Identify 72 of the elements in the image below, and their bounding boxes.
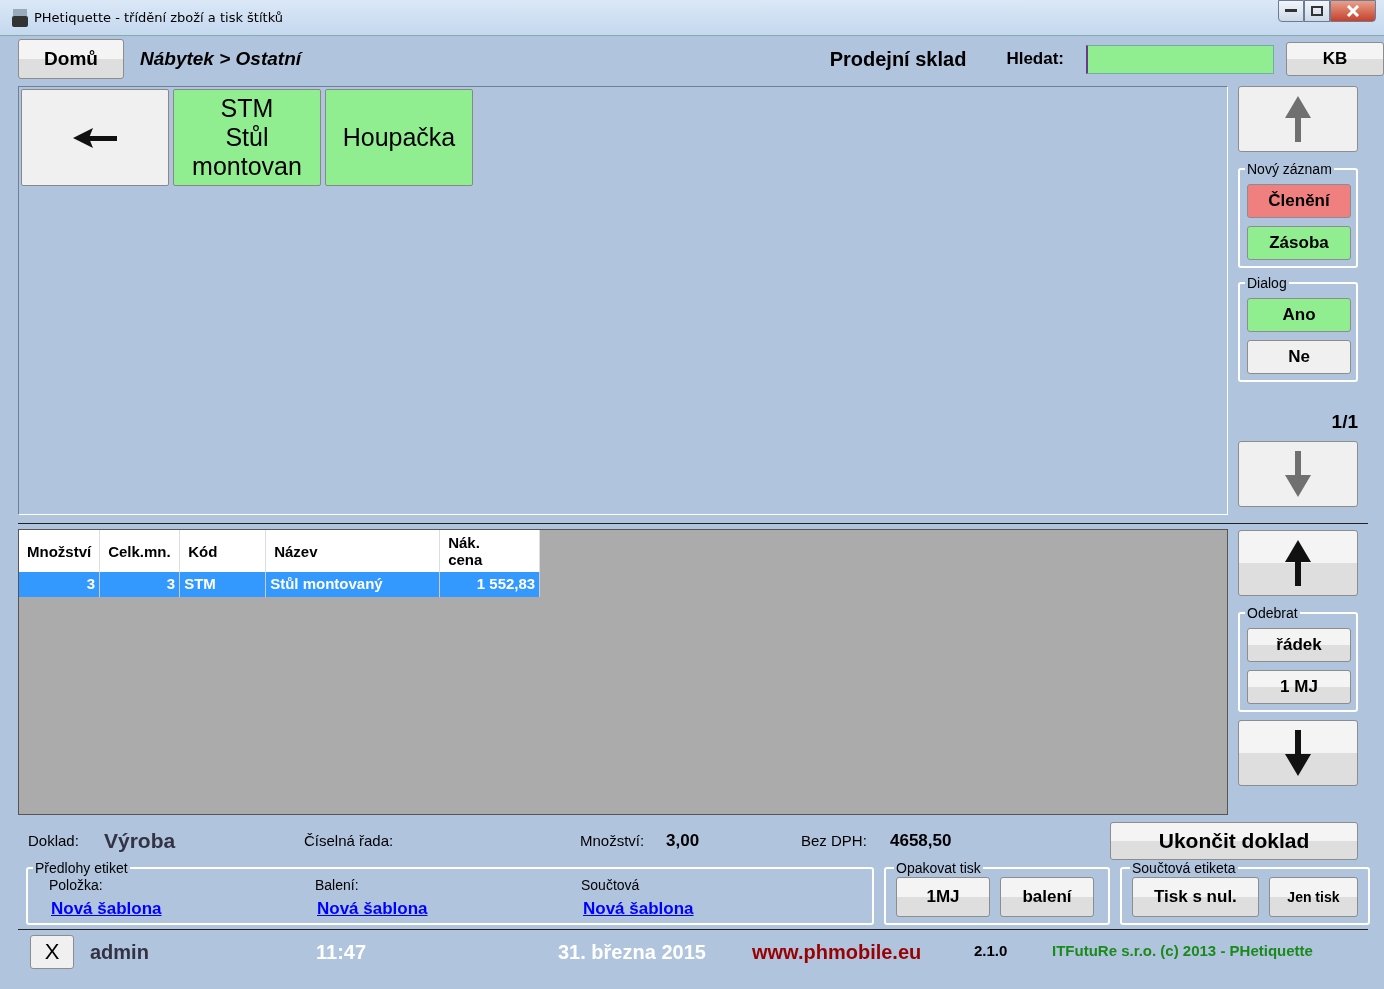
group-button[interactable]: Zásoba (1247, 226, 1351, 260)
template-label: Součtová (581, 876, 641, 895)
finish-button[interactable]: Ukončit doklad (1110, 822, 1358, 860)
group-button[interactable]: 1 MJ (1247, 670, 1351, 704)
quantity-value: 3,00 (666, 830, 701, 853)
quantity-label: Množství: (580, 830, 646, 851)
print-button[interactable]: Tisk s nul. (1132, 877, 1259, 917)
up-arrow-icon (1285, 540, 1311, 586)
store-name: Prodejní sklad (829, 47, 967, 72)
document-type: Výroba (104, 828, 177, 855)
document-label: Doklad: (28, 830, 80, 851)
group-title: Opakovat tisk (895, 861, 982, 875)
maximize-icon (1311, 6, 1323, 16)
group-button[interactable]: řádek (1247, 628, 1351, 662)
left-arrow-icon (73, 127, 117, 148)
back-tile[interactable] (21, 89, 169, 186)
column-header[interactable]: Kód (179, 530, 266, 572)
template-link[interactable]: Nová šablona (51, 896, 315, 922)
group-title: Odebrat (1246, 606, 1299, 620)
scroll-up-button[interactable] (1238, 530, 1358, 596)
net-label: Bez DPH: (801, 830, 868, 851)
search-field[interactable] (1086, 44, 1274, 74)
template-label: Položka: (49, 876, 104, 895)
table-cell: 1 552,83 (439, 572, 540, 597)
down-arrow-icon (1285, 450, 1311, 497)
version: 2.1.0 (974, 941, 1009, 962)
group-title: Součtová etiketa (1131, 861, 1237, 875)
clock: 11:47 (316, 939, 368, 965)
group-title: Předlohy etiket (34, 861, 129, 875)
exit-button[interactable]: X (30, 934, 74, 969)
minimize-icon (1285, 9, 1297, 13)
column-header[interactable]: Nák. cena (439, 530, 540, 572)
table-cell: 3 (99, 572, 180, 597)
close-icon (1346, 5, 1360, 17)
column-header[interactable]: Celk.mn. (99, 530, 180, 572)
copyright: ITFutuRe s.r.o. (c) 2013 - PHetiquette (1052, 941, 1313, 962)
window-title: PHetiquette - třídění zboží a tisk štítků (34, 8, 284, 27)
up-arrow-icon (1285, 96, 1311, 142)
home-button[interactable]: Domů (18, 39, 124, 79)
series-label: Číselná řada: (304, 830, 395, 851)
table-cell: 3 (19, 572, 100, 597)
website: www.phmobile.eu (752, 939, 923, 965)
down-arrow-icon (1285, 730, 1311, 776)
table-cell: Stůl montovaný (265, 572, 440, 597)
breadcrumb: Nábytek > Ostatní (140, 46, 302, 71)
maximize-button[interactable] (1304, 0, 1330, 22)
template-link[interactable]: Nová šablona (317, 896, 581, 922)
close-button[interactable] (1330, 0, 1376, 22)
template-link[interactable]: Nová šablona (583, 896, 847, 922)
group-title: Nový záznam (1246, 162, 1333, 176)
template-label: Balení: (315, 876, 360, 895)
keyboard-button[interactable]: KB (1286, 42, 1384, 76)
print-button[interactable]: balení (1000, 877, 1094, 917)
net-value: 4658,50 (890, 830, 952, 853)
group-button[interactable]: Ano (1247, 298, 1351, 332)
user-name: admin (90, 939, 150, 965)
category-tile[interactable]: STM Stůl montovan (173, 89, 321, 186)
column-header[interactable]: Množství (19, 530, 100, 572)
app-icon (12, 8, 28, 27)
search-label: Hledat: (1006, 48, 1064, 71)
print-button[interactable]: 1MJ (896, 877, 990, 917)
date: 31. března 2015 (558, 939, 707, 965)
category-tile[interactable]: Houpačka (325, 89, 473, 186)
table-cell: STM (179, 572, 266, 597)
group-button[interactable]: Členění (1247, 184, 1351, 218)
scroll-down-button[interactable] (1238, 720, 1358, 786)
page-indicator: 1/1 (1330, 410, 1358, 434)
print-button[interactable]: Jen tisk (1268, 877, 1358, 917)
column-header[interactable]: Název (265, 530, 440, 572)
minimize-button[interactable] (1278, 0, 1304, 22)
group-title: Dialog (1246, 276, 1288, 290)
group-button[interactable]: Ne (1247, 340, 1351, 374)
